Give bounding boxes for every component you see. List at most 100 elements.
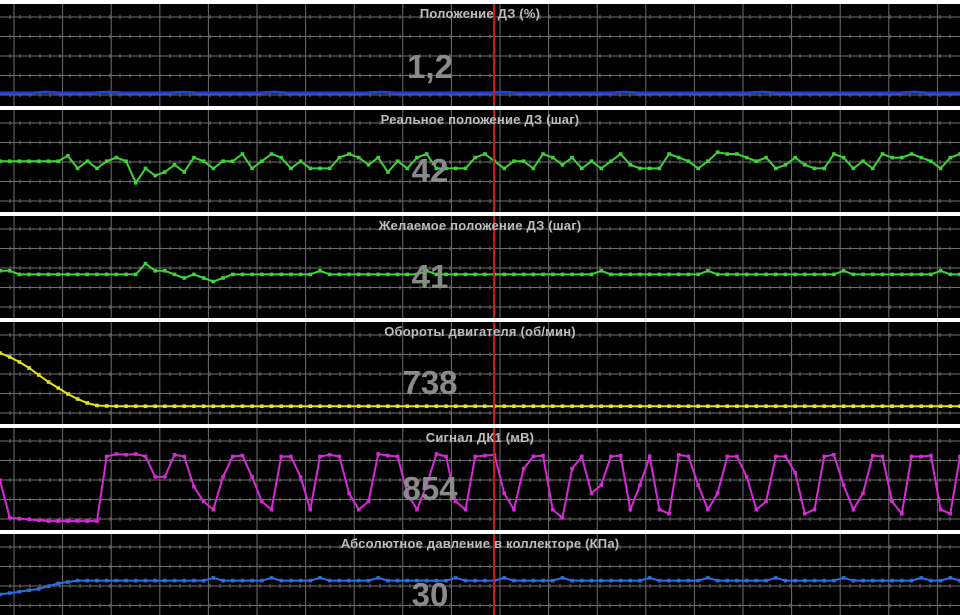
current-value: 854 bbox=[402, 470, 458, 507]
data-point bbox=[133, 452, 138, 456]
data-point bbox=[919, 454, 924, 459]
data-point bbox=[861, 159, 865, 163]
data-point bbox=[104, 454, 109, 459]
data-point bbox=[832, 404, 836, 408]
data-point bbox=[618, 404, 623, 408]
data-point bbox=[773, 454, 778, 459]
data-point bbox=[725, 454, 730, 459]
graph-panel-engine-rpm[interactable]: Обороты двигателя (об/мин) 738 bbox=[0, 322, 960, 424]
data-point bbox=[75, 519, 80, 523]
data-point bbox=[483, 453, 487, 458]
data-point bbox=[376, 404, 380, 408]
data-point bbox=[201, 404, 206, 408]
data-point bbox=[696, 404, 700, 408]
data-point bbox=[628, 404, 633, 408]
data-point bbox=[929, 453, 933, 458]
data-point bbox=[870, 578, 875, 583]
data-point bbox=[512, 507, 516, 512]
data-point bbox=[589, 404, 594, 408]
data-point bbox=[172, 453, 177, 457]
data-point bbox=[473, 404, 477, 408]
data-point bbox=[46, 519, 51, 523]
data-point bbox=[929, 578, 933, 583]
data-point bbox=[832, 453, 836, 457]
data-point bbox=[289, 404, 293, 408]
data-point bbox=[318, 454, 322, 459]
data-point bbox=[900, 404, 904, 408]
data-point bbox=[851, 507, 856, 512]
data-point bbox=[900, 155, 904, 160]
data-point bbox=[812, 507, 817, 512]
data-point bbox=[0, 351, 2, 355]
data-point bbox=[560, 404, 565, 408]
graph-panel-throttle-position[interactable]: Положение ДЗ (%) 1,2 bbox=[0, 4, 960, 106]
data-point bbox=[870, 166, 875, 171]
data-point bbox=[735, 404, 739, 408]
graph-panel-real-idle-position[interactable]: Реальное положение ДЗ (шаг) 42 bbox=[0, 110, 960, 212]
data-point bbox=[124, 404, 128, 408]
data-point bbox=[386, 404, 390, 408]
data-point bbox=[308, 507, 313, 512]
data-point bbox=[356, 507, 361, 512]
data-point bbox=[793, 404, 797, 408]
data-point bbox=[647, 454, 652, 459]
data-point bbox=[211, 404, 216, 408]
data-point bbox=[948, 511, 953, 516]
data-point bbox=[56, 519, 60, 523]
data-point bbox=[230, 404, 235, 408]
data-point bbox=[221, 404, 225, 408]
data-point bbox=[114, 452, 119, 456]
data-point bbox=[919, 404, 924, 408]
data-point bbox=[36, 518, 41, 523]
data-point bbox=[706, 507, 710, 512]
data-point bbox=[512, 404, 516, 408]
data-point bbox=[706, 404, 710, 408]
data-point bbox=[434, 452, 439, 456]
data-point bbox=[366, 404, 371, 408]
data-point bbox=[356, 404, 361, 408]
data-point bbox=[657, 507, 662, 512]
current-value: 1,2 bbox=[407, 48, 453, 85]
data-point bbox=[240, 453, 245, 458]
data-point bbox=[725, 404, 730, 408]
data-point bbox=[347, 404, 351, 408]
data-point bbox=[861, 404, 865, 408]
data-point bbox=[929, 404, 933, 408]
data-point bbox=[531, 454, 536, 459]
graph-panel-o2-sensor[interactable]: Сигнал ДК1 (мВ) 854 bbox=[0, 428, 960, 530]
data-point bbox=[415, 507, 419, 512]
data-point bbox=[182, 454, 187, 459]
data-point bbox=[861, 491, 865, 496]
data-point bbox=[938, 166, 943, 171]
graph-panel-manifold-pressure[interactable]: Абсолютное давление в коллекторе (КПа) 3… bbox=[0, 534, 960, 615]
data-point bbox=[900, 272, 904, 277]
data-point bbox=[463, 507, 468, 512]
data-point bbox=[938, 578, 943, 583]
data-point bbox=[124, 453, 128, 457]
data-point bbox=[870, 272, 875, 277]
data-point bbox=[386, 453, 390, 458]
data-point bbox=[289, 454, 293, 459]
data-point bbox=[541, 453, 545, 458]
data-point bbox=[434, 404, 439, 408]
data-point bbox=[444, 404, 448, 408]
data-point bbox=[948, 155, 953, 160]
data-point bbox=[754, 404, 759, 408]
data-point bbox=[550, 404, 555, 408]
data-point bbox=[609, 404, 613, 408]
graph-title: Реальное положение ДЗ (шаг) bbox=[380, 112, 580, 127]
data-point bbox=[327, 453, 332, 457]
data-point bbox=[521, 404, 526, 408]
data-point bbox=[890, 578, 894, 583]
data-point bbox=[676, 453, 681, 457]
data-point bbox=[143, 454, 148, 459]
data-point bbox=[909, 578, 914, 583]
data-point bbox=[686, 404, 691, 408]
graph-panel-desired-idle-position[interactable]: Желаемое положение ДЗ (шаг) 41 bbox=[0, 216, 960, 318]
data-point bbox=[938, 269, 943, 273]
data-point bbox=[880, 578, 885, 583]
data-point bbox=[580, 454, 584, 459]
data-point bbox=[890, 499, 894, 504]
data-point bbox=[676, 404, 681, 408]
data-point bbox=[919, 576, 924, 580]
